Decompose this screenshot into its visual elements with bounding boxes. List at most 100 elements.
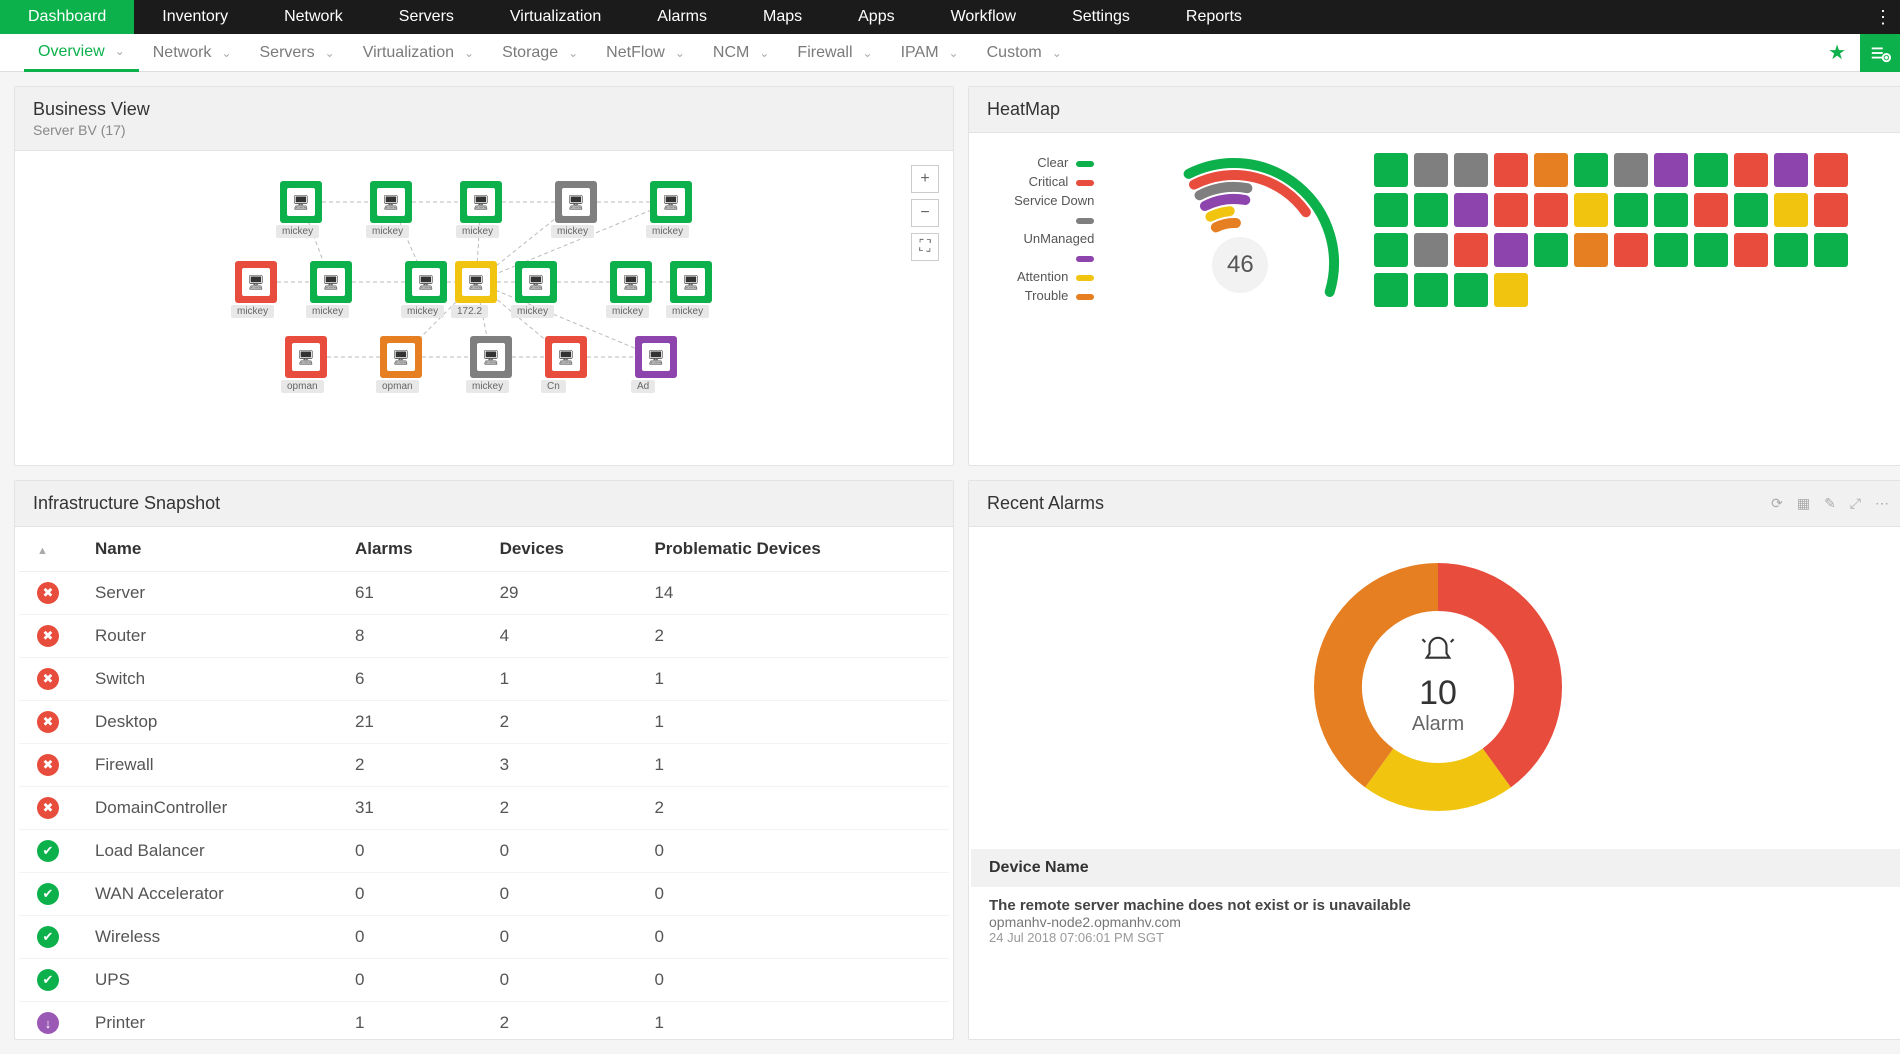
nav-tab-network[interactable]: Network — [256, 0, 371, 34]
nav-tab-alarms[interactable]: Alarms — [629, 0, 735, 34]
heatmap-cell[interactable] — [1414, 153, 1448, 187]
heatmap-cell[interactable] — [1494, 233, 1528, 267]
nav-tab-workflow[interactable]: Workflow — [923, 0, 1045, 34]
heatmap-cell[interactable] — [1774, 153, 1808, 187]
nav-tab-apps[interactable]: Apps — [830, 0, 922, 34]
heatmap-cell[interactable] — [1614, 153, 1648, 187]
more-menu-icon[interactable]: ⋮ — [1866, 0, 1900, 34]
heatmap-cell[interactable] — [1374, 273, 1408, 307]
heatmap-cell[interactable] — [1414, 273, 1448, 307]
table-row[interactable]: ✖Server612914 — [19, 572, 949, 615]
heatmap-cell[interactable] — [1694, 153, 1728, 187]
table-row[interactable]: ✔Wireless000 — [19, 916, 949, 959]
heatmap-cell[interactable] — [1494, 193, 1528, 227]
col-alarms[interactable]: Alarms — [337, 527, 482, 572]
topology-node[interactable]: 🖥 — [235, 261, 277, 303]
heatmap-cell[interactable] — [1534, 153, 1568, 187]
subnav-storage[interactable]: Storage⌄ — [488, 34, 592, 72]
filter-icon[interactable]: ▦ — [1797, 495, 1810, 512]
topology-node[interactable]: 🖥 — [455, 261, 497, 303]
heatmap-cell[interactable] — [1774, 193, 1808, 227]
topology-node[interactable]: 🖥 — [405, 261, 447, 303]
heatmap-cell[interactable] — [1654, 153, 1688, 187]
heatmap-cell[interactable] — [1454, 273, 1488, 307]
topology-node[interactable]: 🖥 — [460, 181, 502, 223]
col-problematic-devices[interactable]: Problematic Devices — [636, 527, 949, 572]
heatmap-cell[interactable] — [1534, 193, 1568, 227]
heatmap-cell[interactable] — [1454, 193, 1488, 227]
topology-node[interactable]: 🖥 — [515, 261, 557, 303]
table-row[interactable]: ✖Desktop2121 — [19, 701, 949, 744]
heatmap-cell[interactable] — [1414, 233, 1448, 267]
table-row[interactable]: ✖Switch611 — [19, 658, 949, 701]
favorite-icon[interactable]: ★ — [1814, 40, 1860, 65]
heatmap-cell[interactable] — [1414, 193, 1448, 227]
heatmap-cell[interactable] — [1574, 153, 1608, 187]
heatmap-cell[interactable] — [1734, 233, 1768, 267]
expand-icon[interactable]: ⤢ — [1850, 495, 1861, 512]
heatmap-cell[interactable] — [1814, 153, 1848, 187]
subnav-netflow[interactable]: NetFlow⌄ — [592, 34, 699, 72]
subnav-firewall[interactable]: Firewall⌄ — [783, 34, 886, 72]
nav-tab-reports[interactable]: Reports — [1158, 0, 1270, 34]
heatmap-cell[interactable] — [1374, 233, 1408, 267]
subnav-ipam[interactable]: IPAM⌄ — [887, 34, 973, 72]
topology-node[interactable]: 🖥 — [555, 181, 597, 223]
table-row[interactable]: ✖DomainController3122 — [19, 787, 949, 830]
col-devices[interactable]: Devices — [482, 527, 637, 572]
subnav-overview[interactable]: Overview⌄ — [24, 34, 139, 72]
topology-node[interactable]: 🖥 — [280, 181, 322, 223]
nav-tab-inventory[interactable]: Inventory — [134, 0, 256, 34]
subnav-servers[interactable]: Servers⌄ — [246, 34, 349, 72]
table-row[interactable]: ✔WAN Accelerator000 — [19, 873, 949, 916]
heatmap-cell[interactable] — [1814, 193, 1848, 227]
topology-node[interactable]: 🖥 — [370, 181, 412, 223]
topology-node[interactable]: 🖥 — [545, 336, 587, 378]
heatmap-cell[interactable] — [1814, 233, 1848, 267]
col-status[interactable]: ▲ — [19, 527, 77, 572]
subnav-network[interactable]: Network⌄ — [139, 34, 246, 72]
heatmap-cell[interactable] — [1494, 153, 1528, 187]
heatmap-cell[interactable] — [1774, 233, 1808, 267]
table-row[interactable]: ✖Router842 — [19, 615, 949, 658]
table-row[interactable]: ✖Firewall231 — [19, 744, 949, 787]
heatmap-cell[interactable] — [1374, 193, 1408, 227]
heatmap-cell[interactable] — [1614, 233, 1648, 267]
heatmap-cell[interactable] — [1574, 193, 1608, 227]
refresh-icon[interactable]: ⟳ — [1771, 495, 1783, 512]
topology-node[interactable]: 🖥 — [310, 261, 352, 303]
heatmap-cell[interactable] — [1574, 233, 1608, 267]
nav-tab-virtualization[interactable]: Virtualization — [482, 0, 629, 34]
menu-icon[interactable]: ⋯ — [1875, 495, 1889, 512]
zoom-in-button[interactable]: + — [911, 165, 939, 193]
subnav-ncm[interactable]: NCM⌄ — [699, 34, 784, 72]
topology-node[interactable]: 🖥 — [635, 336, 677, 378]
table-row[interactable]: ✔UPS000 — [19, 959, 949, 1002]
heatmap-cell[interactable] — [1734, 193, 1768, 227]
topology-node[interactable]: 🖥 — [650, 181, 692, 223]
heatmap-cell[interactable] — [1534, 233, 1568, 267]
nav-tab-settings[interactable]: Settings — [1044, 0, 1158, 34]
topology-node[interactable]: 🖥 — [380, 336, 422, 378]
nav-tab-maps[interactable]: Maps — [735, 0, 830, 34]
heatmap-cell[interactable] — [1734, 153, 1768, 187]
topology-node[interactable]: 🖥 — [285, 336, 327, 378]
heatmap-cell[interactable] — [1374, 153, 1408, 187]
add-widget-button[interactable] — [1860, 34, 1900, 72]
alarm-row[interactable]: The remote server machine does not exist… — [971, 889, 1900, 953]
topology-node[interactable]: 🖥 — [610, 261, 652, 303]
topology-node[interactable]: 🖥 — [470, 336, 512, 378]
heatmap-cell[interactable] — [1614, 193, 1648, 227]
heatmap-cell[interactable] — [1454, 233, 1488, 267]
heatmap-cell[interactable] — [1654, 233, 1688, 267]
nav-tab-servers[interactable]: Servers — [371, 0, 482, 34]
heatmap-cell[interactable] — [1654, 193, 1688, 227]
zoom-out-button[interactable]: − — [911, 199, 939, 227]
table-row[interactable]: ✔Load Balancer000 — [19, 830, 949, 873]
heatmap-cell[interactable] — [1454, 153, 1488, 187]
heatmap-cell[interactable] — [1694, 193, 1728, 227]
nav-tab-dashboard[interactable]: Dashboard — [0, 0, 134, 34]
topology-node[interactable]: 🖥 — [670, 261, 712, 303]
fullscreen-button[interactable]: ⛶ — [911, 233, 939, 261]
subnav-virtualization[interactable]: Virtualization⌄ — [349, 34, 488, 72]
